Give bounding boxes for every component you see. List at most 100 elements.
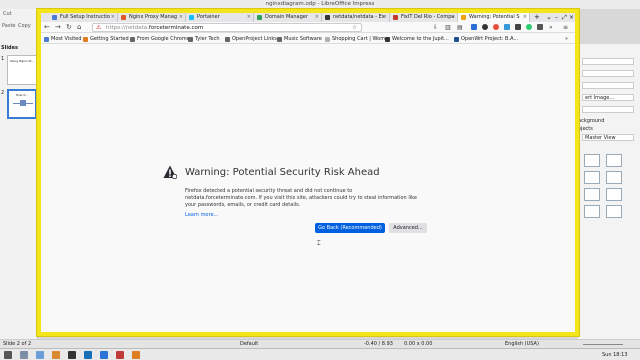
impress-slides-pane: Cut Paste Copy Slides 1 Using Nginx Pr..… [0, 9, 38, 339]
bookmark-label: Tyler Tech [195, 36, 220, 42]
tab-security-warning[interactable]: Warning: Potential S × [458, 13, 530, 22]
warning-favicon [461, 15, 466, 20]
insert-image-button[interactable]: ert Image... [582, 94, 634, 101]
bookmark-label: Most Visited [51, 36, 82, 42]
toolbar-paste[interactable]: Paste [2, 23, 16, 29]
bookmark-item[interactable]: Tyler Tech [188, 35, 220, 43]
extension-icon[interactable] [537, 24, 543, 30]
slide-number-1: 1 [1, 56, 5, 62]
firefox-icon[interactable] [132, 351, 140, 359]
master-view-button[interactable]: Master View [582, 134, 634, 141]
layout-option[interactable] [606, 171, 622, 184]
layout-option[interactable] [606, 188, 622, 201]
layout-option[interactable] [584, 188, 600, 201]
url-bar[interactable]: ⚠ https://netdata.forceterminate.com ☆ [92, 23, 362, 32]
maximize-icon[interactable]: ⤢ [562, 13, 567, 22]
insecure-lock-icon[interactable]: ⚠ [96, 24, 101, 32]
extension-icon[interactable] [471, 24, 477, 30]
toolbar-cut[interactable]: Cut [3, 11, 12, 17]
bookmark-item[interactable]: OpenWrt Project: B.A... [454, 35, 518, 43]
layout-option[interactable] [606, 205, 622, 218]
terminal-icon[interactable] [68, 351, 76, 359]
bookmark-item[interactable]: Welcome to the Jupit... [385, 35, 449, 43]
layout-option[interactable] [584, 205, 600, 218]
clock: Sun 18:13 [602, 352, 628, 358]
close-icon[interactable]: × [247, 13, 251, 22]
files-icon[interactable] [36, 351, 44, 359]
downloads-icon[interactable]: ⇩ [433, 23, 438, 32]
extension-icon[interactable] [515, 24, 521, 30]
bookmarks-overflow-icon[interactable]: » [565, 35, 568, 43]
bookmark-item[interactable]: Getting Started [83, 35, 129, 43]
slide-thumbnail-1[interactable]: Using Nginx Pr... [7, 55, 37, 85]
prop-field-3[interactable] [582, 82, 634, 89]
zoom-slider[interactable] [583, 344, 623, 345]
reload-icon[interactable]: ↻ [66, 23, 72, 32]
home-icon[interactable]: ⌂ [77, 23, 81, 32]
slide-number-2: 2 [1, 90, 5, 96]
minimize-icon[interactable]: – [555, 13, 558, 22]
go-back-button[interactable]: Go Back (Recommended) [315, 223, 385, 233]
impress-properties-panel: ert Image... ackground ojects Master Vie… [578, 44, 640, 339]
layout-option[interactable] [584, 154, 600, 167]
sidebar-icon[interactable]: ▤ [457, 23, 463, 32]
advanced-button[interactable]: Advanced... [389, 223, 427, 233]
taskbar: Sun 18:13 [0, 348, 640, 360]
tab-domain-manager[interactable]: Domain Manager × [254, 13, 322, 22]
warning-title: Warning: Potential Security Risk Ahead [185, 167, 380, 178]
extension-icon[interactable] [526, 24, 532, 30]
url-domain: forceterminate.com [148, 25, 204, 31]
tab-setup-instructions[interactable]: Full Setup Instructio × [49, 13, 118, 22]
bookmark-item[interactable]: Shopping Cart | Wom... [325, 35, 390, 43]
app-icon[interactable] [116, 351, 124, 359]
tab-fixit-del-rio[interactable]: FixIT Del Rio - Compu × [390, 13, 458, 22]
tab-label: FixIT Del Rio - Compu [401, 14, 455, 20]
firefox-window: Full Setup Instructio × Nginx Proxy Manag… [37, 9, 579, 336]
menu-icon[interactable] [4, 351, 12, 359]
close-icon[interactable]: × [111, 13, 115, 22]
bookmark-item[interactable]: From Google Chrome [130, 35, 190, 43]
layout-option[interactable] [584, 171, 600, 184]
extension-icon[interactable] [482, 24, 488, 30]
tab-nginx-proxy-manager[interactable]: Nginx Proxy Manag × [118, 13, 186, 22]
forward-icon[interactable]: → [55, 23, 61, 32]
app-icon[interactable] [84, 351, 92, 359]
toolbar-copy[interactable]: Copy [18, 23, 31, 29]
close-icon[interactable]: × [383, 13, 387, 22]
tab-portainer[interactable]: Portainer × [186, 13, 254, 22]
impress-status-bar: Slide 2 of 2 Default -0.40 / 8.93 0.00 x… [0, 339, 640, 348]
tab-favicon [52, 15, 57, 20]
tab-list-icon[interactable]: ⌄ [546, 13, 552, 22]
extension-icon[interactable] [493, 24, 499, 30]
learn-more-link[interactable]: Learn more... [185, 212, 218, 218]
library-icon[interactable]: ▥ [445, 23, 451, 32]
close-window-icon[interactable]: × [569, 13, 574, 22]
folder-icon [277, 37, 282, 42]
overflow-icon[interactable]: » [549, 23, 553, 32]
bookmark-item[interactable]: OpenProject Links [225, 35, 277, 43]
menu-hamburger-icon[interactable]: ≡ [563, 23, 568, 32]
firefox-icon [83, 37, 88, 42]
tab-netdata[interactable]: netdata/netdata - Ex × [322, 13, 390, 22]
mouse-cursor: ⌶ [317, 240, 321, 247]
bookmark-label: OpenProject Links [232, 36, 277, 42]
close-icon[interactable]: × [451, 13, 455, 22]
close-icon[interactable]: × [315, 13, 319, 22]
prop-field-2[interactable] [582, 70, 634, 77]
bookmark-item[interactable]: Most Visited [44, 35, 81, 43]
bookmark-item[interactable]: Music Software [277, 35, 322, 43]
close-icon[interactable]: × [523, 13, 527, 22]
close-icon[interactable]: × [179, 13, 183, 22]
new-tab-button[interactable]: + [534, 13, 540, 22]
folder-icon[interactable] [52, 351, 60, 359]
app-icon[interactable] [20, 351, 28, 359]
back-icon[interactable]: ← [44, 23, 50, 32]
jupyter-icon [385, 37, 390, 42]
layout-option[interactable] [606, 154, 622, 167]
app-icon[interactable] [100, 351, 108, 359]
extension-icon[interactable] [504, 24, 510, 30]
slide-thumbnail-2[interactable]: How it... [7, 89, 37, 119]
prop-field-4[interactable] [582, 106, 634, 113]
bookmark-star-icon[interactable]: ☆ [352, 24, 357, 32]
prop-field-1[interactable] [582, 58, 634, 65]
